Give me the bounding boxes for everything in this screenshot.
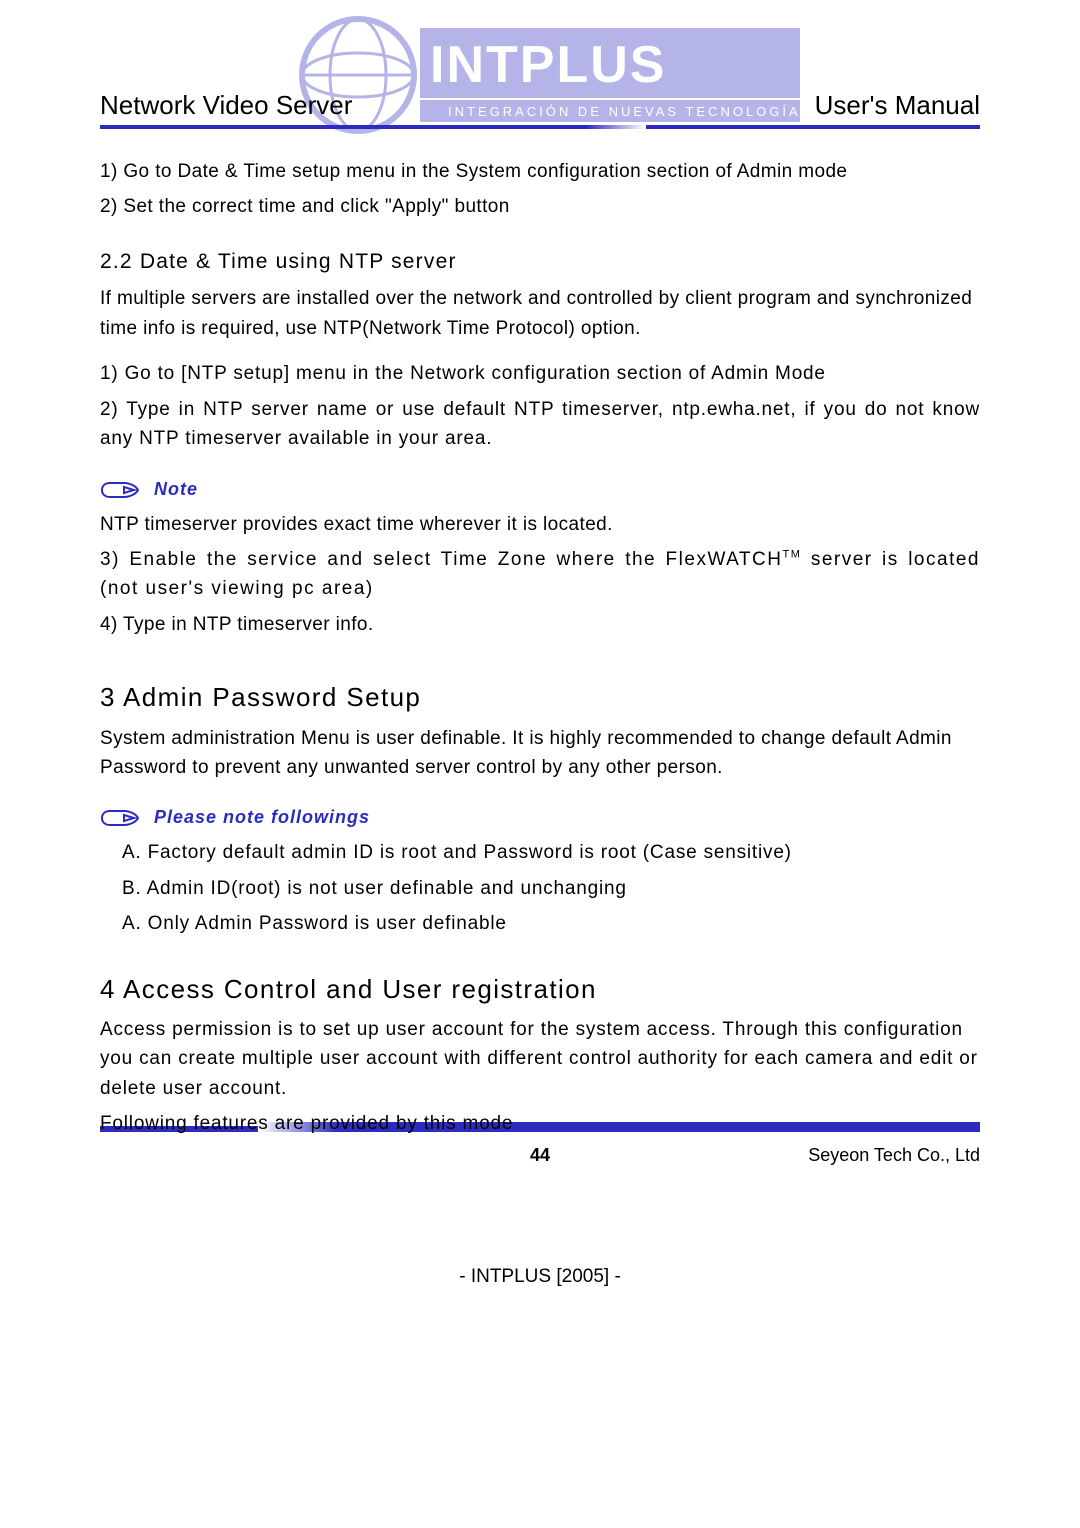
footer-bottom-tag: - INTPLUS [2005] - (459, 1266, 621, 1288)
note-step-4: 4) Type in NTP timeserver info. (100, 610, 980, 639)
please-note-header: Please note followings (100, 804, 980, 832)
please-note-label: Please note followings (154, 804, 370, 832)
intro-step-1: 1) Go to Date & Time setup menu in the S… (100, 157, 980, 186)
section-4-title: 4 Access Control and User registration (100, 969, 980, 1009)
please-note-b: B. Admin ID(root) is not user definable … (122, 874, 980, 903)
header-row: Network Video Server User's Manual (100, 0, 980, 121)
section-2-2-step-1: 1) Go to [NTP setup] menu in the Network… (100, 359, 980, 388)
note-text: NTP timeserver provides exact time where… (100, 510, 980, 539)
body-content: 1) Go to Date & Time setup menu in the S… (100, 157, 980, 1139)
page-number: 44 (530, 1145, 550, 1166)
header-divider-fade (586, 125, 646, 129)
section-2-2-title: 2.2 Date & Time using NTP server (100, 246, 980, 279)
note-label: Note (154, 476, 198, 504)
header-divider (100, 125, 980, 129)
section-3-para: System administration Menu is user defin… (100, 724, 980, 783)
section-2-2-step-2: 2) Type in NTP server name or use defaul… (100, 395, 980, 454)
note-step-3a: 3) Enable the service and select Time Zo… (100, 549, 782, 570)
pointing-hand-icon (100, 477, 140, 503)
please-note-c: A. Only Admin Password is user definable (122, 909, 980, 938)
section-2-2-para: If multiple servers are installed over t… (100, 284, 980, 343)
document-page: INTPLUS INTEGRACIÓN DE NUEVAS TECNOLOGÍA… (0, 0, 1080, 1528)
please-note-a: A. Factory default admin ID is root and … (122, 838, 980, 867)
pointing-hand-icon (100, 805, 140, 831)
trademark-superscript: TM (782, 549, 801, 561)
intro-step-2: 2) Set the correct time and click "Apply… (100, 192, 980, 221)
please-note-list: A. Factory default admin ID is root and … (100, 838, 980, 938)
section-3-title: 3 Admin Password Setup (100, 677, 980, 717)
section-4-para: Access permission is to set up user acco… (100, 1015, 980, 1103)
header-left: Network Video Server (100, 90, 352, 121)
header-right: User's Manual (815, 90, 980, 121)
footer-company: Seyeon Tech Co., Ltd (808, 1145, 980, 1166)
note-header: Note (100, 476, 980, 504)
section-4-para2: Following features are provided by this … (100, 1109, 980, 1138)
spacer (100, 349, 980, 353)
note-step-3: 3) Enable the service and select Time Zo… (100, 545, 980, 604)
